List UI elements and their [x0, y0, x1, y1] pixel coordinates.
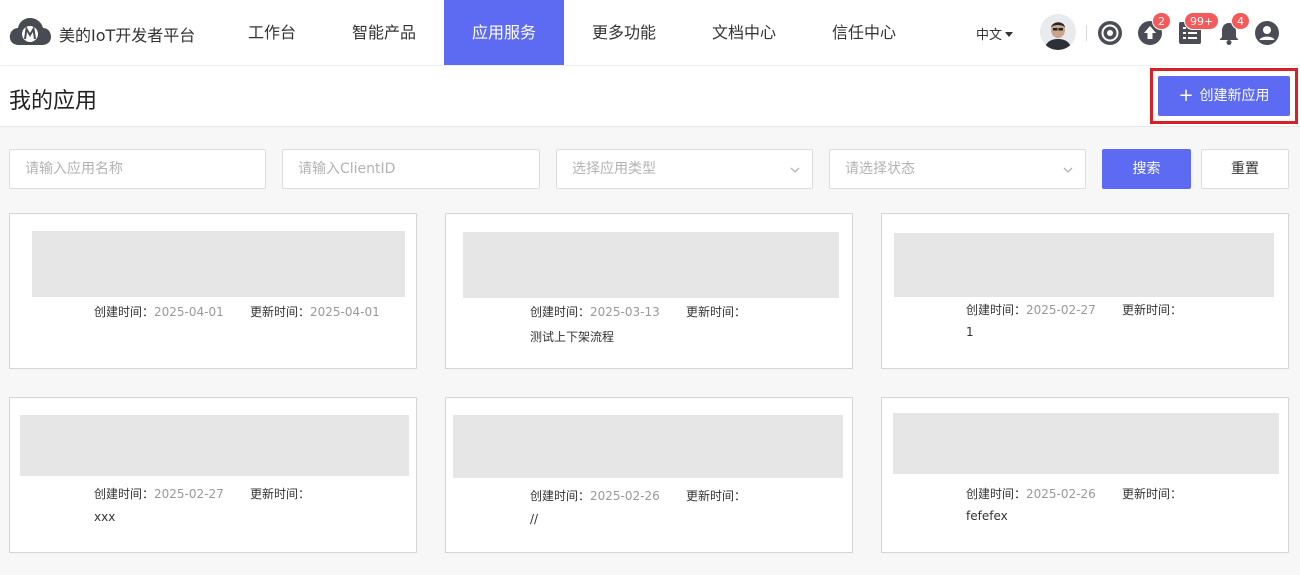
- app-card[interactable]: 创建时间：2025-02-26 更新时间： //: [445, 397, 853, 553]
- nav-app-services[interactable]: 应用服务: [444, 0, 564, 65]
- app-description: fefefex: [966, 509, 1008, 523]
- created-time: 创建时间：2025-04-01: [94, 305, 224, 319]
- cloud-logo-icon[interactable]: [8, 15, 52, 47]
- nav-more-features[interactable]: 更多功能: [578, 0, 670, 65]
- app-card-image: [20, 415, 409, 476]
- app-description: xxx: [94, 510, 116, 524]
- plus-icon: +: [1178, 85, 1194, 106]
- status-input[interactable]: [830, 150, 1085, 188]
- tasks-badge: 99+: [1184, 12, 1220, 30]
- app-card[interactable]: 创建时间：2025-02-26 更新时间： fefefex: [881, 397, 1289, 553]
- language-switch[interactable]: 中文: [976, 24, 1014, 43]
- language-label: 中文: [976, 28, 1003, 43]
- nav-smart-products[interactable]: 智能产品: [338, 0, 430, 65]
- app-card[interactable]: 创建时间：2025-02-27 更新时间： xxx: [9, 397, 417, 553]
- app-description: //: [530, 512, 539, 526]
- app-card-image: [893, 413, 1279, 474]
- upload-badge: 2: [1152, 12, 1171, 30]
- app-card[interactable]: 创建时间：2025-03-13 更新时间： 测试上下架流程: [445, 213, 853, 369]
- app-card-image: [463, 232, 839, 298]
- updated-time: 更新时间：2025-04-01: [250, 305, 380, 319]
- app-type-select[interactable]: [556, 149, 813, 189]
- brand-name: 美的IoT开发者平台: [59, 26, 196, 45]
- create-app-button[interactable]: + 创建新应用: [1158, 76, 1290, 116]
- app-name-field[interactable]: [9, 149, 266, 189]
- updated-time: 更新时间：: [1122, 487, 1183, 501]
- nav-workbench[interactable]: 工作台: [231, 0, 313, 65]
- nav-trust-center[interactable]: 信任中心: [818, 0, 910, 65]
- updated-time: 更新时间：: [686, 305, 747, 319]
- created-time: 创建时间：2025-02-27: [94, 487, 224, 501]
- app-card[interactable]: 创建时间：2025-04-01 更新时间：2025-04-01: [9, 213, 417, 369]
- app-card-image: [32, 231, 405, 297]
- app-description: 1: [966, 325, 974, 339]
- header-divider: [1086, 25, 1087, 41]
- app-card-image: [453, 415, 843, 478]
- app-card-image: [894, 233, 1274, 297]
- updated-time: 更新时间：: [1122, 303, 1183, 317]
- clientid-field[interactable]: [282, 149, 540, 189]
- updated-time: 更新时间：: [250, 487, 311, 501]
- created-time: 创建时间：2025-02-26: [530, 489, 660, 503]
- top-header: 美的IoT开发者平台 工作台 智能产品 应用服务 更多功能 文档中心 信任中心 …: [0, 0, 1300, 65]
- chevron-down-icon: [1063, 167, 1073, 173]
- created-time: 创建时间：2025-03-13: [530, 305, 660, 319]
- notifications-badge: 4: [1231, 12, 1250, 30]
- created-time: 创建时间：2025-02-27: [966, 303, 1096, 317]
- user-avatar[interactable]: [1040, 14, 1076, 50]
- person-photo-icon: [1040, 14, 1076, 50]
- page-header: 我的应用 + 创建新应用: [0, 66, 1300, 127]
- app-name-input[interactable]: [10, 150, 265, 188]
- create-button-highlight: + 创建新应用: [1150, 68, 1298, 124]
- nav-docs-center[interactable]: 文档中心: [698, 0, 790, 65]
- reset-button[interactable]: 重置: [1201, 149, 1289, 189]
- search-button[interactable]: 搜索: [1102, 149, 1191, 189]
- status-select[interactable]: [829, 149, 1086, 189]
- app-description: 测试上下架流程: [530, 330, 615, 344]
- caret-down-icon: [1005, 32, 1014, 37]
- chevron-down-icon: [790, 167, 800, 173]
- created-time: 创建时间：2025-02-26: [966, 487, 1096, 501]
- target-icon[interactable]: [1097, 20, 1123, 46]
- app-type-input[interactable]: [557, 150, 812, 188]
- app-card[interactable]: 创建时间：2025-02-27 更新时间： 1: [881, 213, 1289, 369]
- user-profile-icon[interactable]: [1254, 20, 1280, 46]
- clientid-input[interactable]: [283, 150, 539, 188]
- create-app-label: 创建新应用: [1199, 88, 1270, 104]
- updated-time: 更新时间：: [686, 489, 747, 503]
- page-title: 我的应用: [9, 89, 98, 114]
